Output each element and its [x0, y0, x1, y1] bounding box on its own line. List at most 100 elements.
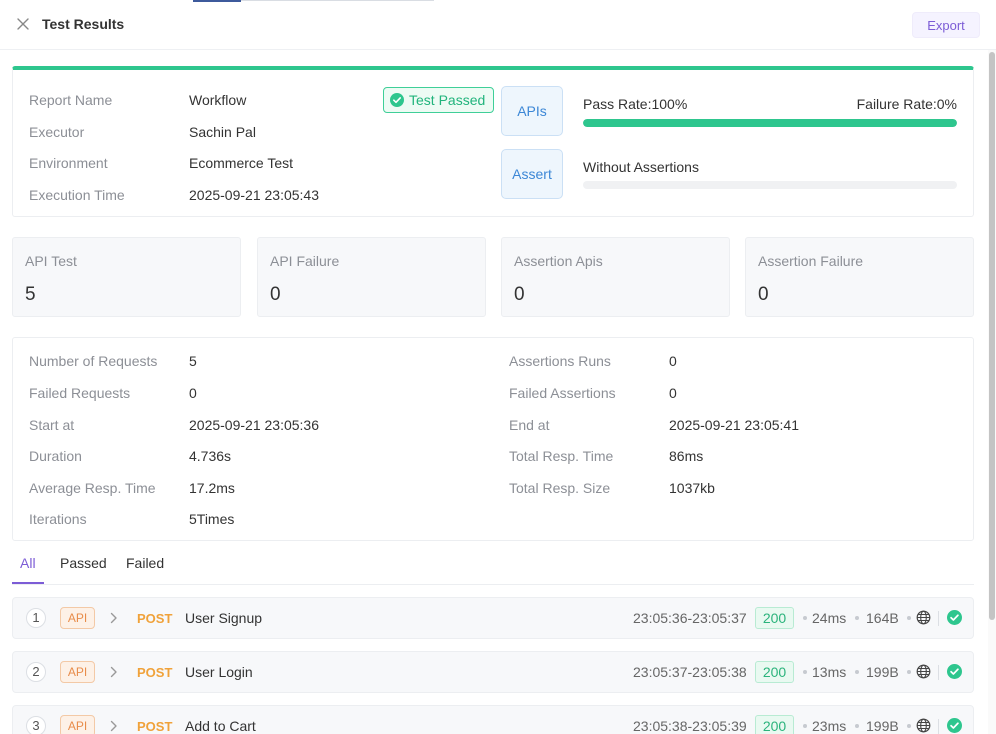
- check-circle-icon: [947, 718, 962, 733]
- assert-button[interactable]: Assert: [501, 149, 563, 199]
- details-card: Number of Requests 5 Failed Requests 0 S…: [12, 337, 974, 541]
- request-name: User Login: [185, 664, 253, 680]
- report-name-value: Workflow: [189, 92, 247, 108]
- detail-value: 17.2ms: [189, 480, 235, 496]
- stat-label: API Failure: [270, 253, 340, 269]
- stat-value: 0: [270, 284, 281, 305]
- pass-rate-text: Pass Rate:100%: [583, 96, 688, 112]
- request-size: 164B: [866, 610, 899, 626]
- detail-value: 0: [669, 353, 677, 369]
- request-time-range: 23:05:38-23:05:39: [633, 718, 747, 734]
- request-row[interactable]: 2 API POST User Login 23:05:37-23:05:38 …: [12, 651, 974, 693]
- page-title: Test Results: [42, 16, 125, 32]
- separator-dot: [803, 670, 807, 674]
- separator-dot: [855, 670, 859, 674]
- stat-card-api-test: API Test 5: [12, 237, 241, 317]
- execution-time-label: Execution Time: [29, 187, 125, 203]
- request-method: POST: [137, 611, 173, 626]
- detail-value: 5: [189, 353, 197, 369]
- header-bar: Test Results Export: [0, 0, 996, 50]
- stat-value: 5: [25, 284, 36, 305]
- detail-label: Number of Requests: [29, 353, 158, 369]
- assertions-bar: [583, 181, 957, 189]
- tab-indicator-track: [241, 0, 434, 1]
- stat-value: 0: [758, 284, 769, 305]
- detail-label: End at: [509, 417, 550, 433]
- scrollbar-thumb[interactable]: [989, 52, 995, 620]
- pass-rate-bar: [583, 119, 957, 127]
- detail-value: 4.736s: [189, 448, 232, 464]
- request-index: 1: [26, 608, 46, 628]
- separator-dot: [907, 670, 911, 674]
- request-size: 199B: [866, 718, 899, 734]
- globe-icon[interactable]: [916, 664, 931, 679]
- request-size: 199B: [866, 664, 899, 680]
- check-circle-icon: [390, 93, 404, 107]
- separator-dot: [803, 724, 807, 728]
- chevron-right-icon[interactable]: [108, 611, 120, 625]
- executor-label: Executor: [29, 124, 85, 140]
- filter-tabs: All Passed Failed: [12, 548, 974, 585]
- stat-label: Assertion Apis: [514, 253, 603, 269]
- apis-button[interactable]: APIs: [501, 86, 563, 136]
- detail-label: Failed Assertions: [509, 385, 616, 401]
- detail-value: 5Times: [189, 511, 235, 527]
- separator-dot: [855, 724, 859, 728]
- detail-value: 86ms: [669, 448, 704, 464]
- test-passed-badge: Test Passed: [383, 87, 495, 113]
- request-name: User Signup: [185, 610, 263, 626]
- detail-label: Failed Requests: [29, 385, 131, 401]
- stat-label: Assertion Failure: [758, 253, 864, 269]
- environment-label: Environment: [29, 155, 108, 171]
- detail-value: 2025-09-21 23:05:41: [669, 417, 799, 433]
- check-circle-icon: [947, 664, 962, 679]
- detail-label: Total Resp. Size: [509, 480, 611, 496]
- summary-card: Report Name Workflow Executor Sachin Pal…: [12, 66, 974, 217]
- report-name-label: Report Name: [29, 92, 113, 108]
- detail-label: Start at: [29, 417, 75, 433]
- detail-value: 1037kb: [669, 480, 715, 496]
- stat-card-assertion-failure: Assertion Failure 0: [745, 237, 974, 317]
- tab-all[interactable]: All: [20, 555, 36, 571]
- tab-active-underline: [12, 582, 44, 584]
- pass-rate-fill: [583, 119, 957, 127]
- stat-value: 0: [514, 284, 525, 305]
- test-passed-text: Test Passed: [409, 92, 486, 108]
- api-type-badge: API: [60, 715, 95, 734]
- assertions-status-text: Without Assertions: [583, 159, 699, 175]
- status-code-badge: 200: [755, 715, 794, 734]
- detail-label: Average Resp. Time: [29, 480, 156, 496]
- tab-indicator-active: [193, 0, 241, 2]
- detail-label: Duration: [29, 448, 82, 464]
- failure-rate-text: Failure Rate:0%: [856, 96, 957, 112]
- request-duration: 13ms: [812, 664, 847, 680]
- request-duration: 23ms: [812, 718, 847, 734]
- globe-icon[interactable]: [916, 610, 931, 625]
- request-row[interactable]: 1 API POST User Signup 23:05:36-23:05:37…: [12, 597, 974, 639]
- tab-passed[interactable]: Passed: [60, 555, 107, 571]
- detail-label: Assertions Runs: [509, 353, 611, 369]
- separator-dot: [907, 616, 911, 620]
- request-name: Add to Cart: [185, 718, 256, 734]
- export-button[interactable]: Export: [912, 12, 980, 38]
- tab-failed[interactable]: Failed: [126, 555, 164, 571]
- chevron-right-icon[interactable]: [108, 719, 120, 733]
- separator-dot: [907, 724, 911, 728]
- detail-label: Total Resp. Time: [509, 448, 614, 464]
- request-time-range: 23:05:37-23:05:38: [633, 664, 747, 680]
- detail-value: 2025-09-21 23:05:36: [189, 417, 319, 433]
- chevron-right-icon[interactable]: [108, 665, 120, 679]
- request-method: POST: [137, 719, 173, 734]
- request-method: POST: [137, 665, 173, 680]
- api-type-badge: API: [60, 607, 95, 629]
- stat-label: API Test: [25, 253, 77, 269]
- executor-value: Sachin Pal: [189, 124, 256, 140]
- stat-card-api-failure: API Failure 0: [257, 237, 486, 317]
- check-circle-icon: [947, 610, 962, 625]
- api-type-badge: API: [60, 661, 95, 683]
- close-icon[interactable]: [15, 16, 31, 32]
- detail-value: 0: [669, 385, 677, 401]
- globe-icon[interactable]: [916, 718, 931, 733]
- vertical-divider: [938, 611, 939, 626]
- request-row[interactable]: 3 API POST Add to Cart 23:05:38-23:05:39…: [12, 705, 974, 734]
